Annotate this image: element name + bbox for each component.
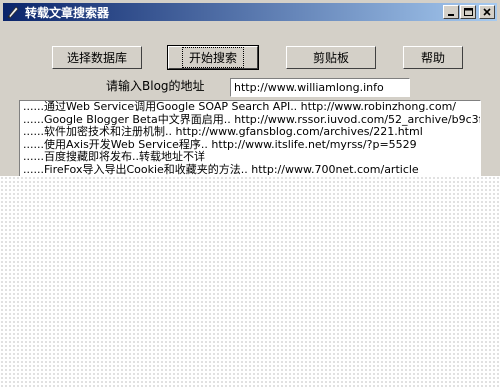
start-search-label: 开始搜索 — [181, 47, 244, 68]
maximize-button[interactable] — [460, 5, 476, 19]
list-item[interactable]: ......软件加密技术和注册机制.. http://www.gfansblog… — [20, 125, 480, 139]
blog-url-label: 请输入Blog的地址 — [106, 79, 205, 93]
help-label: 帮助 — [420, 51, 445, 65]
title-bar[interactable]: 转载文章搜索器 — [3, 3, 497, 21]
list-item[interactable]: ......FireFox导入导出Cookie和收藏夹的方法.. http://… — [20, 163, 480, 177]
clipboard-label: 剪贴板 — [312, 51, 349, 65]
minimize-button[interactable] — [443, 5, 459, 19]
select-database-button[interactable]: 选择数据库 — [52, 46, 142, 69]
close-icon — [483, 8, 491, 16]
window-title: 转载文章搜索器 — [25, 5, 110, 20]
close-button[interactable] — [479, 5, 495, 19]
help-button[interactable]: 帮助 — [403, 46, 463, 69]
clipboard-button[interactable]: 剪贴板 — [286, 46, 376, 69]
list-item[interactable]: ......通过Web Service调用Google SOAP Search … — [20, 101, 480, 114]
maximize-icon — [463, 8, 473, 16]
main-window: 转载文章搜索器 选择数据库 开始搜索 剪贴板 帮助 请输入Blog的地址 htt… — [0, 0, 500, 176]
results-list[interactable]: ......通过Web Service调用Google SOAP Search … — [19, 100, 481, 176]
caption-buttons — [442, 5, 495, 19]
pen-icon — [5, 4, 21, 20]
blog-url-input[interactable]: http://www.williamlong.info — [230, 78, 410, 97]
start-search-button[interactable]: 开始搜索 — [167, 45, 259, 70]
minimize-icon — [448, 14, 454, 16]
select-database-label: 选择数据库 — [66, 51, 127, 65]
list-item[interactable]: ......百度搜藏即将发布..转载地址不详 — [20, 150, 480, 164]
